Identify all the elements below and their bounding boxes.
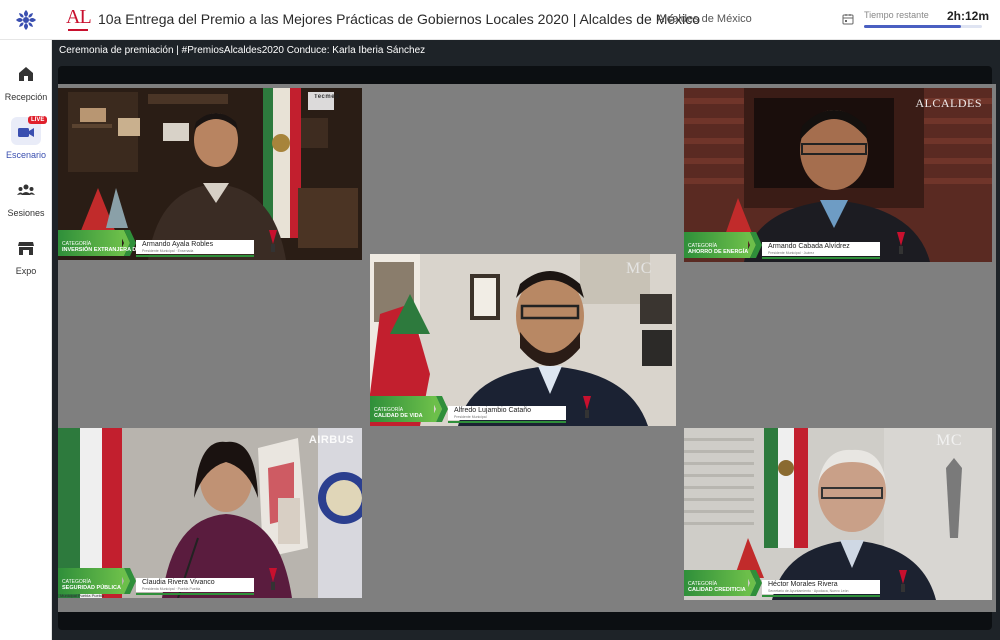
name-plate: Héctor Morales Rivera Secretario de Ayun… <box>762 580 880 594</box>
time-remaining-label: Tiempo restante <box>864 10 929 20</box>
name-plate: Armando Cabada Alvídrez Presidente Munic… <box>762 242 880 256</box>
stage-header: Ceremonia de premiación | #PremiosAlcald… <box>52 40 1000 62</box>
event-title: 10a Entrega del Premio a las Mejores Prá… <box>98 11 701 27</box>
time-remaining-value: 2h:12m <box>947 9 990 23</box>
participant-role: Presidenta Municipal · Puebla Puebla <box>142 587 201 591</box>
chevron-stripes-icon <box>430 396 448 422</box>
name-underline <box>448 421 566 423</box>
video-tile[interactable]: AIRBUS Categoría Seguridad Pública Claud… <box>58 428 362 598</box>
video-tile[interactable]: MC Categoría Calidad de Vida Alfredo Luj… <box>370 254 676 426</box>
award-trophy-icon <box>269 568 277 590</box>
participant-name: Armando Cabada Alvídrez <box>768 243 850 250</box>
sidebar: Recepción LIVE Escenario Sesiones Expo <box>0 40 52 640</box>
sidebar-item-expo[interactable]: Expo <box>0 238 52 290</box>
home-icon <box>19 67 33 81</box>
sidebar-item-sesiones[interactable]: Sesiones <box>0 180 52 232</box>
participant-role: Presidente Municipal · Ensenada <box>142 249 194 253</box>
sidebar-item-recepcion[interactable]: Recepción <box>0 64 52 116</box>
time-remaining-bar <box>864 25 982 28</box>
award-trophy-icon <box>899 570 907 592</box>
stage-title: Ceremonia de premiación | #PremiosAlcald… <box>59 45 426 56</box>
sponsor-watermark: ALCALDES <box>915 96 982 110</box>
category-label: Categoría Calidad Crediticia <box>688 581 746 593</box>
name-underline <box>136 255 254 257</box>
category-name: Calidad de Vida <box>374 413 423 419</box>
video-tile[interactable]: Tecmed Categoría Inversión Extranjera Di… <box>58 88 362 260</box>
sidebar-item-label: Sesiones <box>7 208 45 218</box>
sidebar-item-escenario[interactable]: LIVE Escenario <box>0 116 52 174</box>
store-icon <box>18 242 34 255</box>
name-plate: Claudia Rivera Vivanco Presidenta Munici… <box>136 578 254 592</box>
category-label: Categoría Ahorro de Energía <box>688 243 748 255</box>
top-bar: AL 10a Entrega del Premio a las Mejores … <box>0 0 1000 40</box>
participant-role: Secretario de Ayuntamiento · Apodaca, Nu… <box>768 589 849 593</box>
time-remaining-bar-fill <box>864 25 961 28</box>
participant-name: Armando Ayala Robles <box>142 241 214 248</box>
live-badge: LIVE <box>28 116 48 124</box>
event-logo-text: AL <box>66 6 92 28</box>
sidebar-item-label: Escenario <box>5 150 47 160</box>
organization-name[interactable]: Alcaldes de México <box>657 13 752 25</box>
participant-role: Presidente Municipal · Juárez <box>768 251 815 255</box>
sidebar-item-label: Recepción <box>4 92 48 102</box>
name-underline <box>136 593 254 595</box>
name-plate: Alfredo Lujambio Cataño Presidente Munic… <box>448 406 566 420</box>
sidebar-item-label: Expo <box>15 266 37 276</box>
video-tile[interactable]: ALCALDES Categoría Ahorro de Energía Arm… <box>684 88 992 262</box>
category-name: Seguridad Pública <box>62 585 121 591</box>
stage-bottom-strip <box>58 612 992 630</box>
sponsor-watermark: Tecmed <box>314 94 340 100</box>
participant-name: Claudia Rivera Vivanco <box>142 579 215 586</box>
chevron-stripes-icon <box>744 570 762 596</box>
stage-top-strip <box>58 66 992 84</box>
tile-footer-text: Municipal Puebla Puebla <box>60 593 105 598</box>
video-camera-icon <box>18 128 34 137</box>
sponsor-watermark: AIRBUS <box>308 434 354 446</box>
participant-name: Héctor Morales Rivera <box>768 581 838 588</box>
name-plate: Armando Ayala Robles Presidente Municipa… <box>136 240 254 254</box>
name-underline <box>762 257 880 259</box>
people-icon <box>17 184 35 195</box>
app-window: AL 10a Entrega del Premio a las Mejores … <box>0 0 1000 640</box>
category-name: Ahorro de Energía <box>688 249 749 255</box>
sponsor-watermark: MC <box>626 260 652 277</box>
award-trophy-icon <box>897 232 905 254</box>
app-logo-icon[interactable] <box>14 8 38 32</box>
award-trophy-icon <box>583 396 591 418</box>
category-name: Calidad Crediticia <box>688 587 746 593</box>
participant-role: Presidente Municipal <box>454 415 487 419</box>
name-underline <box>762 595 880 597</box>
participant-name: Alfredo Lujambio Cataño <box>454 407 532 414</box>
category-label: Categoría Calidad de Vida <box>374 407 423 419</box>
calendar-icon <box>842 14 854 25</box>
event-logo: AL <box>66 6 92 32</box>
category-label: Categoría Seguridad Pública <box>62 579 121 591</box>
video-tile[interactable]: MC Categoría Calidad Crediticia Héctor M… <box>684 428 992 600</box>
award-trophy-icon <box>269 230 277 252</box>
sponsor-watermark: MC <box>936 432 962 449</box>
